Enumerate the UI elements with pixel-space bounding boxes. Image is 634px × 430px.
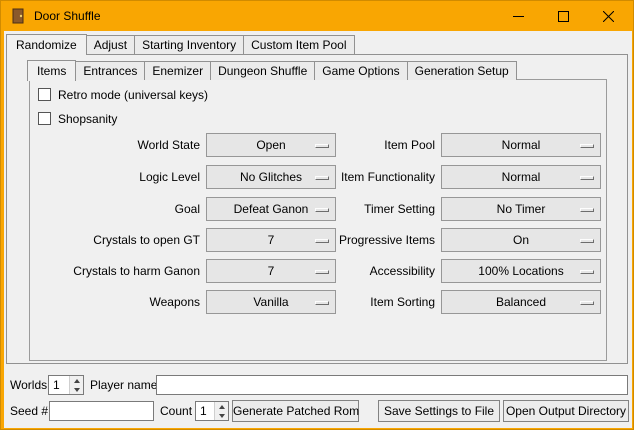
item-pool-dropdown[interactable]: Normal (441, 133, 601, 157)
dropdown-indicator-icon (580, 208, 594, 212)
retro-mode-checkbox[interactable] (38, 88, 51, 101)
app-window: Door Shuffle Randomize Adjust Starting I… (0, 0, 634, 430)
crystals-ganon-label: Crystals to harm Ganon (30, 259, 200, 283)
secondary-tabbar: Items Entrances Enemizer Dungeon Shuffle… (27, 58, 517, 80)
tab-adjust[interactable]: Adjust (86, 35, 135, 54)
count-stepper-buttons (214, 402, 228, 420)
timer-setting-label: Timer Setting (322, 197, 435, 221)
spin-down-icon[interactable] (70, 385, 83, 394)
seed-input[interactable] (49, 401, 154, 421)
tab-dungeon-shuffle[interactable]: Dungeon Shuffle (210, 61, 315, 80)
spin-up-icon[interactable] (70, 376, 83, 385)
dropdown-indicator-icon (580, 239, 594, 243)
worlds-stepper-buttons (69, 376, 83, 394)
maximize-button[interactable] (541, 1, 586, 31)
primary-tabbar: Randomize Adjust Starting Inventory Cust… (6, 32, 355, 54)
progressive-items-dropdown[interactable]: On (441, 228, 601, 252)
accessibility-dropdown[interactable]: 100% Locations (441, 259, 601, 283)
tab-starting-inventory[interactable]: Starting Inventory (134, 35, 244, 54)
retro-mode-label: Retro mode (universal keys) (58, 87, 208, 103)
crystals-gt-label: Crystals to open GT (30, 228, 200, 252)
save-settings-button[interactable]: Save Settings to File (378, 400, 500, 422)
dropdown-indicator-icon (580, 144, 594, 148)
world-state-label: World State (30, 133, 200, 157)
shopsanity-label: Shopsanity (58, 111, 117, 127)
tab-items[interactable]: Items (27, 60, 76, 81)
worlds-label: Worlds (10, 375, 47, 395)
dropdown-indicator-icon (580, 301, 594, 305)
tab-custom-item-pool[interactable]: Custom Item Pool (243, 35, 354, 54)
open-output-directory-button[interactable]: Open Output Directory (503, 400, 629, 422)
count-label: Count (160, 401, 192, 421)
app-icon (10, 8, 26, 24)
weapons-label: Weapons (30, 290, 200, 314)
spin-down-icon[interactable] (215, 411, 228, 420)
count-stepper[interactable]: 1 (195, 401, 229, 421)
spin-up-icon[interactable] (215, 402, 228, 411)
titlebar: Door Shuffle (1, 1, 633, 31)
tab-generation-setup[interactable]: Generation Setup (407, 61, 517, 80)
shopsanity-checkbox[interactable] (38, 112, 51, 125)
dropdown-indicator-icon (580, 270, 594, 274)
item-functionality-dropdown[interactable]: Normal (441, 165, 601, 189)
item-pool-label: Item Pool (322, 133, 435, 157)
goal-dropdown[interactable]: Defeat Ganon (206, 197, 336, 221)
minimize-button[interactable] (496, 1, 541, 31)
tab-entrances[interactable]: Entrances (75, 61, 145, 80)
tab-enemizer[interactable]: Enemizer (144, 61, 211, 80)
worlds-stepper[interactable]: 1 (48, 375, 84, 395)
client-area: Randomize Adjust Starting Inventory Cust… (4, 31, 632, 428)
seed-label: Seed # (10, 401, 48, 421)
items-pane: Retro mode (universal keys) Shopsanity W… (29, 79, 607, 361)
accessibility-label: Accessibility (322, 259, 435, 283)
goal-label: Goal (30, 197, 200, 221)
player-names-label: Player names (90, 375, 163, 395)
item-sorting-label: Item Sorting (322, 290, 435, 314)
logic-level-dropdown[interactable]: No Glitches (206, 165, 336, 189)
window-title: Door Shuffle (34, 9, 101, 23)
item-sorting-dropdown[interactable]: Balanced (441, 290, 601, 314)
world-state-dropdown[interactable]: Open (206, 133, 336, 157)
crystals-ganon-dropdown[interactable]: 7 (206, 259, 336, 283)
progressive-items-label: Progressive Items (322, 228, 435, 252)
crystals-gt-dropdown[interactable]: 7 (206, 228, 336, 252)
item-functionality-label: Item Functionality (322, 165, 435, 189)
logic-level-label: Logic Level (30, 165, 200, 189)
dropdown-indicator-icon (580, 176, 594, 180)
close-button[interactable] (586, 1, 631, 31)
generate-patched-rom-button[interactable]: Generate Patched Rom (232, 400, 359, 422)
timer-setting-dropdown[interactable]: No Timer (441, 197, 601, 221)
randomize-pane: Items Entrances Enemizer Dungeon Shuffle… (6, 54, 628, 364)
window-controls (496, 1, 631, 31)
weapons-dropdown[interactable]: Vanilla (206, 290, 336, 314)
tab-randomize[interactable]: Randomize (6, 34, 87, 55)
tab-game-options[interactable]: Game Options (314, 61, 407, 80)
player-names-input[interactable] (156, 375, 628, 395)
